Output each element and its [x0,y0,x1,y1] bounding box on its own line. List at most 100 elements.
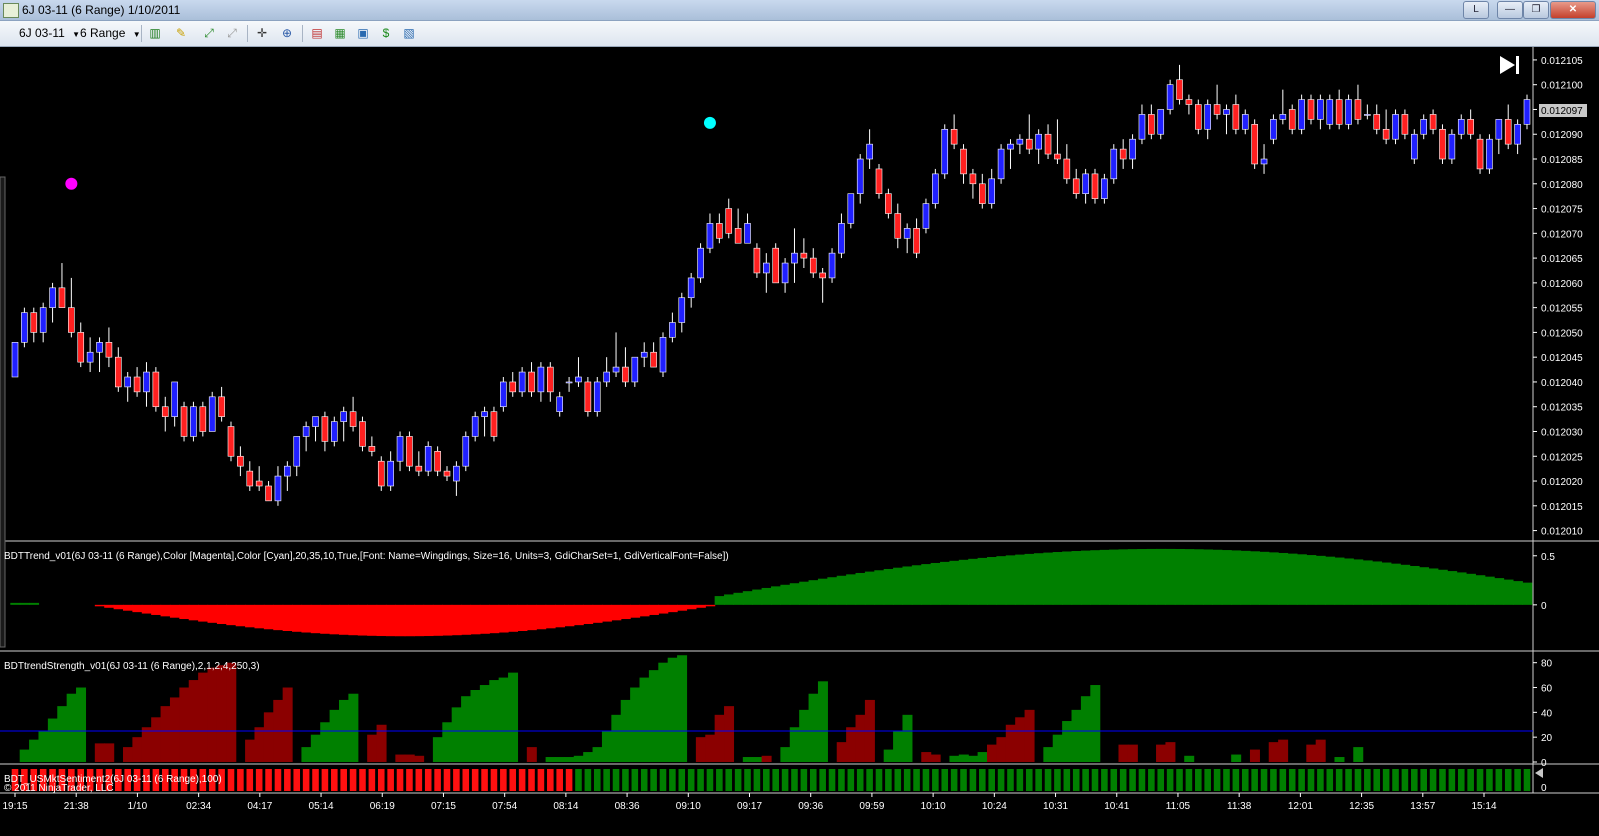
sentiment-bar [265,769,272,791]
strength-bar [855,714,866,762]
candle-body [30,312,38,333]
trend-histogram-bar [742,591,753,605]
price-axis-label: 0.012035 [1541,403,1583,414]
minimize-button[interactable]: — [1497,1,1523,19]
remove-indicator-icon[interactable]: ⤢ [224,26,240,40]
sentiment-bar [462,769,470,791]
time-axis-label: 1/10 [128,801,148,812]
sentiment-bar [894,769,902,791]
candle-body [1382,128,1390,140]
strength-bar [545,757,556,762]
candle-body [678,297,686,323]
sentiment-bar [941,769,949,791]
price-axis-label: 0.012100 [1541,81,1583,92]
period-selector[interactable]: 6 Range ▼ [80,26,141,40]
trend-histogram-bar [1465,573,1476,605]
candle-body [77,332,85,363]
layout-button[interactable]: L [1463,1,1489,19]
strength-bar [19,749,30,762]
candle-body [387,460,394,487]
time-axis-label: 06:19 [370,801,395,812]
properties-icon[interactable]: ▧ [401,26,417,40]
candle-body [274,475,282,502]
strength-bar [479,685,490,762]
trend-histogram-bar [151,604,162,615]
candle-body [312,416,319,427]
candle-body [1279,114,1287,120]
trend-indicator-label: BDTTrend_v01(6J 03-11 (6 Range),Color [M… [4,551,729,562]
chart-area[interactable]: 0.0121050.0121000.0120950.0120900.012085… [0,47,1599,833]
candle-body [368,446,376,452]
time-axis-label: 09:17 [737,801,762,812]
strength-bar [29,739,40,762]
close-button[interactable]: ✕ [1550,1,1596,19]
trend-histogram-bar [752,589,763,605]
bar-style-icon[interactable]: ▥ [147,26,163,40]
candle-body [359,421,366,447]
sentiment-bar [1439,769,1446,791]
candle-body [415,465,423,472]
zoom-icon[interactable]: ⊕ [279,26,295,40]
sentiment-bar [528,769,535,791]
candle-body [1025,138,1033,150]
trend-histogram-bar [385,604,396,637]
candle-body [105,342,113,358]
candle-body [1213,104,1221,115]
strength-bar [404,754,415,762]
candle-body [1119,148,1127,160]
restore-button[interactable]: ❐ [1523,1,1549,19]
trend-histogram-bar [808,580,819,605]
order-icon[interactable]: $ [378,26,394,40]
candle-body [246,470,254,487]
trend-histogram-bar [667,604,678,613]
trend-histogram-bar [780,584,791,605]
sentiment-bar [1373,769,1381,791]
trend-histogram-bar [282,604,293,632]
sentiment-bar [687,769,695,791]
time-axis-label: 09:59 [859,801,884,812]
add-indicator-icon[interactable]: ⤢ [201,26,217,40]
trend-histogram-bar [1353,559,1364,605]
sentiment-bar [1241,769,1249,791]
candle-body [255,480,263,487]
chart-trader-icon[interactable]: ▦ [332,26,348,40]
trend-histogram-bar [320,604,331,634]
trend-histogram-bar [29,602,40,605]
trend-histogram-bar [940,561,951,605]
trend-histogram-bar [310,604,321,634]
sentiment-bar [1429,769,1437,791]
crosshair-icon[interactable]: ✛ [254,26,270,40]
strength-bar [573,755,584,762]
candle-body [941,128,949,175]
trend-histogram-bar [1221,550,1232,605]
strategies-icon[interactable]: ▤ [309,26,325,40]
strength-bar [883,749,894,762]
candle-body [1101,178,1108,199]
price-axis-label: 0.012105 [1541,56,1583,67]
sentiment-bar [1486,769,1493,791]
sentiment-bar [950,769,958,791]
chart-canvas[interactable]: 0.0121050.0121000.0120950.0120900.012085… [0,47,1599,833]
candle-body [377,460,385,487]
candle-body [68,307,75,333]
data-box-icon[interactable]: ▣ [355,26,371,40]
trend-histogram-bar [329,604,340,635]
strength-bar [207,667,218,762]
strength-bar [752,757,763,762]
instrument-selector[interactable]: 6J 03-11 ▼ [19,26,80,40]
price-axis-label: 0.012030 [1541,427,1583,438]
candle-body [227,426,235,457]
candle-body [838,223,845,254]
candle-body [753,247,761,274]
trend-histogram-bar [432,604,443,636]
sentiment-bar [500,769,507,791]
window-title-bar: 6J 03-11 (6 Range) 1/10/2011 L — ❐ ✕ [0,0,1599,21]
trend-histogram-bar [883,568,894,605]
candle-body [809,257,817,274]
trend-histogram-bar [874,570,885,605]
strength-bar [1015,717,1026,762]
sentiment-bar [481,769,488,791]
time-axis-label: 10:10 [921,801,946,812]
drawing-pencil-icon[interactable]: ✎ [173,26,189,40]
scroll-to-end-icon[interactable] [1500,56,1519,74]
